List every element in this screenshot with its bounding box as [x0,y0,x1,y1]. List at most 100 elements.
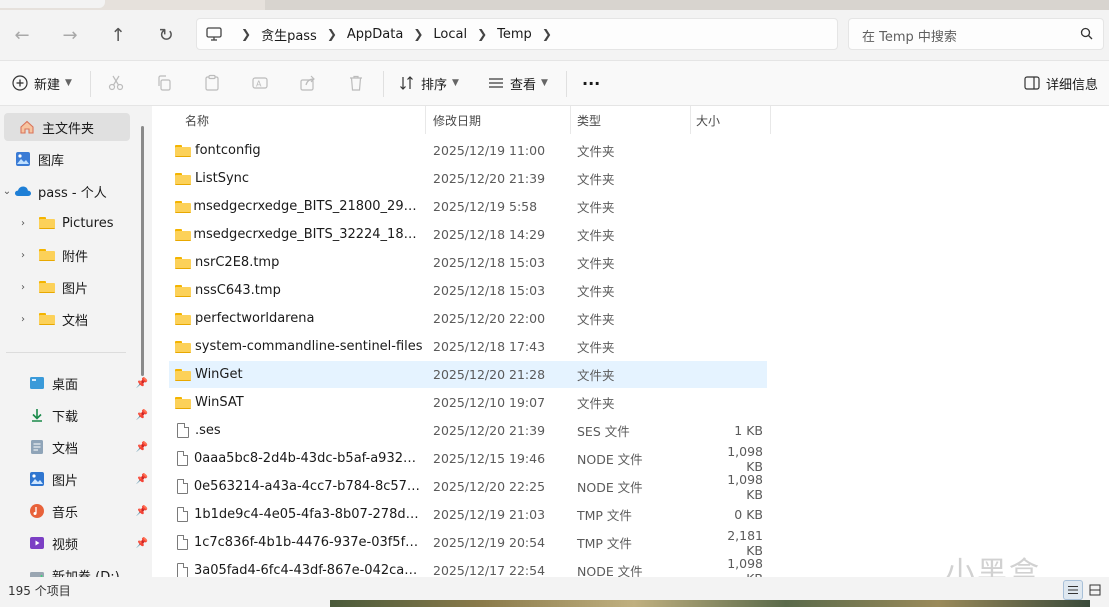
file-row[interactable]: 0aaa5bc8-2d4b-43dc-b5af-a9328707... 2025/… [169,444,767,474]
file-row[interactable]: fontconfig 2025/12/19 11:00 文件夹 [169,137,767,164]
details-pane-button[interactable]: 详细信息 [1024,71,1098,95]
sidebar-item-pictures-quick[interactable]: 图片 📌 [14,465,152,493]
sidebar-item-home[interactable]: 主文件夹 [4,113,130,141]
chevron-right-icon[interactable]: › [16,314,30,325]
sidebar-item-images[interactable]: › 图片 [16,273,152,301]
sidebar-item-desktop[interactable]: 桌面 📌 [14,369,152,397]
details-label: 详细信息 [1046,77,1099,93]
file-row[interactable]: msedgecrxedge_BITS_21800_292326... 2025/1… [169,193,767,220]
file-row[interactable]: WinGet 2025/12/20 21:28 文件夹 [169,361,767,388]
sidebar-item-documents-onedrive[interactable]: › 文档 [16,305,152,333]
file-type: NODE 文件 [577,452,643,467]
copy-button[interactable] [155,71,173,95]
breadcrumb-item-temp[interactable]: Temp [497,27,532,42]
cloud-icon [14,182,32,200]
chevron-right-icon[interactable]: ❯ [542,27,552,41]
column-header-date[interactable]: 修改日期 [433,112,481,129]
pin-icon[interactable]: 📌 [136,506,148,517]
view-toggle [1063,580,1105,600]
more-options-button[interactable]: ··· [582,71,600,95]
pin-icon[interactable]: 📌 [136,410,148,421]
window-tab-strip [0,0,1109,10]
chevron-right-icon[interactable]: ❯ [477,27,487,41]
column-divider[interactable] [570,106,571,134]
search-input[interactable]: 在 Temp 中搜索 [848,18,1104,50]
file-row[interactable]: 0e563214-a43a-4cc7-b784-8c575edc... 2025/… [169,472,767,502]
sidebar-item-attachments[interactable]: › 附件 [16,241,152,269]
column-divider[interactable] [690,106,691,134]
pin-icon[interactable]: 📌 [136,442,148,453]
chevron-down-icon[interactable]: ⌄ [0,186,14,197]
file-row[interactable]: 1b1de9c4-4e05-4fa3-8b07-278def1e... 2025/… [169,501,767,528]
new-button[interactable]: 新建 ▼ [12,71,72,95]
paste-button[interactable] [203,71,221,95]
active-window-tab[interactable] [0,0,105,8]
chevron-right-icon[interactable]: › [16,218,30,229]
back-button[interactable]: ← [9,22,35,48]
sidebar-item-drive-d[interactable]: 新加卷 (D:) [14,561,152,577]
up-button[interactable]: ↑ [105,22,131,48]
sidebar-scrollbar[interactable] [141,126,144,376]
file-name-cell: msedgecrxedge_BITS_21800_292326... [175,199,423,214]
column-header-type[interactable]: 类型 [577,112,601,129]
file-row[interactable]: system-commandline-sentinel-files 2025/12… [169,333,767,360]
sidebar-item-music[interactable]: 音乐 📌 [14,497,152,525]
tiles-view-button[interactable] [1085,580,1105,600]
pin-icon[interactable]: 📌 [136,378,148,389]
details-view-button[interactable] [1063,580,1083,600]
breadcrumb-item-appdata[interactable]: AppData [347,27,403,42]
sort-ascending-icon: ⌃ [298,106,306,112]
more-icon: ··· [582,73,601,93]
file-row[interactable]: nssC643.tmp 2025/12/18 15:03 文件夹 [169,277,767,304]
breadcrumb-item-local[interactable]: Local [433,27,467,42]
rename-icon: A [252,77,268,89]
file-row[interactable]: 1c7c836f-4b1b-4476-937e-03f5f9cb8... 2025… [169,528,767,558]
address-bar[interactable]: ❯ 贪生pass ❯ AppData ❯ Local ❯ Temp ❯ [196,18,838,50]
pin-icon[interactable]: 📌 [136,474,148,485]
sidebar-item-label: Pictures [62,215,114,231]
file-row[interactable]: .ses 2025/12/20 21:39 SES 文件 1 KB [169,417,767,444]
sort-button[interactable]: 排序 ▼ [399,71,459,95]
share-icon [300,75,315,91]
taskbar-preview-strip [330,600,1090,607]
file-name-cell: ListSync [175,171,423,186]
folder-icon [175,144,191,157]
chevron-right-icon[interactable]: ❯ [241,27,251,41]
refresh-button[interactable]: ↻ [153,22,179,48]
file-row[interactable]: 3a05fad4-6fc4-43df-867e-042ca6646... 2025… [169,556,767,577]
file-row[interactable]: ListSync 2025/12/20 21:39 文件夹 [169,165,767,192]
breadcrumb-item-user[interactable]: 贪生pass [261,25,317,44]
file-date: 2025/12/15 19:46 [433,451,546,466]
sidebar-item-downloads[interactable]: 下载 📌 [14,401,152,429]
column-divider[interactable] [770,106,771,134]
search-icon[interactable] [1080,27,1093,44]
chevron-right-icon[interactable]: ❯ [327,27,337,41]
sidebar-item-gallery[interactable]: 图库 [0,145,138,173]
chevron-right-icon[interactable]: ❯ [413,27,423,41]
delete-button[interactable] [347,71,365,95]
file-row[interactable]: nsrC2E8.tmp 2025/12/18 15:03 文件夹 [169,249,767,276]
file-row[interactable]: perfectworldarena 2025/12/20 22:00 文件夹 [169,305,767,332]
sidebar-item-documents[interactable]: 文档 📌 [14,433,152,461]
forward-button[interactable]: → [57,22,83,48]
file-row[interactable]: WinSAT 2025/12/10 19:07 文件夹 [169,389,767,416]
column-header-name[interactable]: 名称 [185,112,209,129]
sidebar-item-label: 图片 [52,473,79,489]
sidebar-item-label: 下载 [52,409,79,425]
chevron-right-icon[interactable]: › [16,282,30,293]
file-name: 1c7c836f-4b1b-4476-937e-03f5f9cb8... [193,535,423,550]
sidebar-item-videos[interactable]: 视频 📌 [14,529,152,557]
rename-button[interactable]: A [251,71,269,95]
cut-button[interactable] [107,71,125,95]
view-button[interactable]: 查看 ▼ [488,71,548,95]
sidebar-item-pictures[interactable]: › Pictures [16,209,152,237]
sidebar-item-onedrive[interactable]: ⌄ pass - 个人 [0,177,138,205]
share-button[interactable] [299,71,317,95]
column-divider[interactable] [425,106,426,134]
file-name: 1b1de9c4-4e05-4fa3-8b07-278def1e... [194,507,423,522]
sort-icon [400,76,413,90]
column-header-size[interactable]: 大小 [696,112,720,129]
file-row[interactable]: msedgecrxedge_BITS_32224_188827... 2025/1… [169,221,767,248]
chevron-right-icon[interactable]: › [16,250,30,261]
pin-icon[interactable]: 📌 [136,538,148,549]
